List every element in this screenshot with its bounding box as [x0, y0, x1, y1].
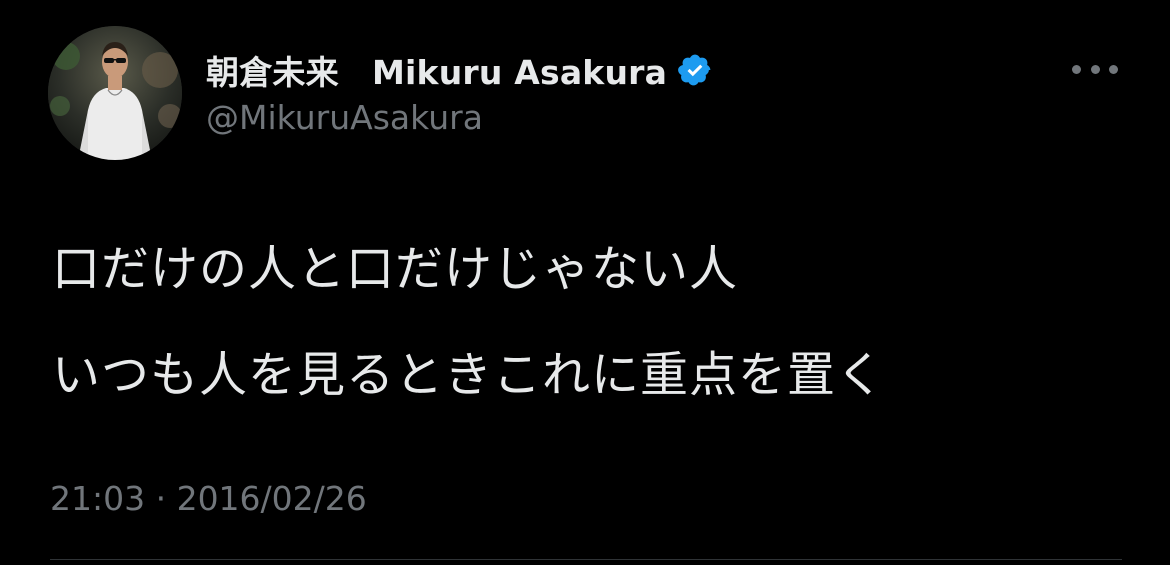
more-dot — [1090, 64, 1100, 74]
author-avatar[interactable] — [48, 26, 182, 160]
tweet-timestamp[interactable]: 21:03 · 2016/02/26 — [50, 479, 367, 518]
divider — [50, 559, 1122, 560]
tweet-text-line: 口だけの人と口だけじゃない人 — [52, 241, 739, 297]
author-name-row: 朝倉未来 Mikuru Asakura — [206, 48, 713, 92]
more-dot — [1109, 64, 1118, 74]
author-handle[interactable]: @MikuruAsakura — [206, 98, 483, 137]
verified-badge-icon — [677, 52, 713, 88]
more-dot — [1072, 64, 1081, 74]
author-display-name[interactable]: 朝倉未来 Mikuru Asakura — [206, 46, 667, 94]
tweet-card: 朝倉未来 Mikuru Asakura @MikuruAsakura 口だけの人… — [0, 0, 1170, 565]
avatar-photo-icon — [48, 26, 182, 160]
more-options-icon[interactable] — [1072, 58, 1118, 80]
tweet-text-line: いつも人を見るときこれに重点を置く — [52, 347, 886, 403]
